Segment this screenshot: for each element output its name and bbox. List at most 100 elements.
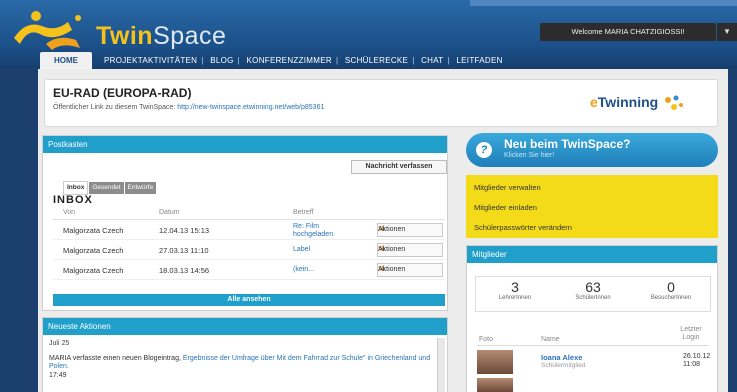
member-photo[interactable] xyxy=(477,378,513,392)
table-row[interactable]: Malgorzata Czech 18.03.13 14:56 (kein...… xyxy=(53,260,445,280)
public-link: Öffentlicher Link zu diesem TwinSpace: h… xyxy=(53,104,324,111)
stat-value: 0 xyxy=(667,279,675,295)
new-to-twinspace-title: Neu beim TwinSpace? xyxy=(504,137,631,151)
new-to-twinspace-button[interactable]: ? Neu beim TwinSpace? Klicken Sie hier! xyxy=(466,133,718,167)
top-strip xyxy=(470,0,737,6)
nav-separator: | xyxy=(412,56,415,65)
etwinning-stars-icon xyxy=(665,95,684,111)
nav-tab-projektaktivitaeten[interactable]: PROJEKTAKTIVITÄTEN xyxy=(104,56,197,65)
link-invite-members[interactable]: Mitglieder einladen xyxy=(474,203,537,212)
mail-actions-button[interactable]: ◂ ⚒ Aktionen xyxy=(377,243,443,257)
member-stats: 3 LehrerInnen 63 SchülerInnen 0 Besucher… xyxy=(475,276,711,312)
mail-actions-label: Aktionen xyxy=(378,266,406,273)
mail-date: 18.03.13 14:56 xyxy=(159,266,210,275)
stat-value: 63 xyxy=(585,279,601,295)
stat-label: SchülerInnen xyxy=(575,295,611,301)
activity-text: MARIA verfasste einen neuen Blogeintrag, xyxy=(49,354,181,362)
member-row[interactable] xyxy=(477,378,709,392)
nav-separator: | xyxy=(237,56,241,65)
project-title: EU-RAD (EUROPA-RAD) xyxy=(53,86,192,100)
tab-inbox[interactable]: Inbox xyxy=(63,181,89,195)
mail-actions-button[interactable]: ◂ ⚒ Aktionen xyxy=(377,223,443,237)
stat-students: 63 SchülerInnen xyxy=(554,277,632,313)
nav-separator: | xyxy=(447,56,450,65)
member-role: Schülermitglied xyxy=(541,362,586,369)
stat-value: 3 xyxy=(511,279,519,295)
tab-drafts[interactable]: Entwürfe xyxy=(124,182,157,194)
brand-name[interactable]: TwinSpace xyxy=(96,22,226,51)
table-row[interactable]: Malgorzata Czech 27.03.13 11:10 Label ◂ ⚒… xyxy=(53,240,445,260)
public-link-url[interactable]: http://new-twinspace.etwinning.net/web/p… xyxy=(177,104,324,111)
column-last-login: Letzter Login xyxy=(680,326,702,341)
etwinning-text: Twinning xyxy=(597,94,659,110)
question-icon: ? xyxy=(476,142,492,158)
login-date: 26.10.12 xyxy=(683,353,711,360)
nav-tab-chat[interactable]: CHAT xyxy=(421,56,443,65)
mailbox-tabs: Inbox Gesendet Entwürfe xyxy=(63,176,157,195)
nav-tab-blog[interactable]: BLOG xyxy=(210,56,233,65)
member-tools-box: Mitglieder verwalten Mitglieder einladen… xyxy=(466,175,718,238)
member-photo[interactable] xyxy=(477,350,513,374)
welcome-user[interactable]: Welcome MARIA CHATZIGIOSSI! xyxy=(540,23,716,41)
inbox-table: Von Datum Betreff Malgorzata Czech 12.04… xyxy=(53,208,445,280)
latest-actions-header: Neueste Aktionen xyxy=(43,318,447,335)
view-all-button[interactable]: Alle ansehen xyxy=(53,294,445,306)
link-manage-members[interactable]: Mitglieder verwalten xyxy=(474,183,541,192)
stat-label: LehrerInnen xyxy=(498,295,532,301)
stat-visitors: 0 BesucherInnen xyxy=(632,277,710,313)
project-banner: EU-RAD (EUROPA-RAD) Öffentlicher Link zu… xyxy=(44,79,718,127)
table-row[interactable]: Malgorzata Czech 12.04.13 15:13 Re: Film… xyxy=(53,220,445,240)
mail-actions-label: Aktionen xyxy=(378,226,406,233)
mail-date: 12.04.13 15:13 xyxy=(159,226,210,235)
nav-tab-home[interactable]: HOME xyxy=(40,52,92,69)
nav-tab-schuelerecke[interactable]: SCHÜLERECKE xyxy=(345,56,408,65)
mail-from: Malgorzata Czech xyxy=(63,246,124,255)
public-link-label: Öffentlicher Link zu diesem TwinSpace: xyxy=(53,104,176,111)
latest-actions-panel: Neueste Aktionen Juli 25 MARIA verfasste… xyxy=(42,317,448,392)
brand-twin: Twin xyxy=(96,22,154,50)
activity-feed: Juli 25 MARIA verfasste einen neuen Blog… xyxy=(49,340,443,380)
login-time: 11:08 xyxy=(683,361,700,368)
main-navigation: HOME PROJEKTAKTIVITÄTEN | BLOG | KONFERENZ… xyxy=(0,52,737,69)
stat-label: BesucherInnen xyxy=(650,295,692,301)
inbox-table-header: Von Datum Betreff xyxy=(53,208,445,220)
members-table-header: Foto Name Letzter Login xyxy=(477,326,709,346)
top-header: TwinSpace Welcome MARIA CHATZIGIOSSI! ▼ … xyxy=(0,0,737,69)
nav-separator: | xyxy=(335,56,339,65)
mail-subject-link[interactable]: (kein... xyxy=(293,266,353,274)
column-subject: Betreff xyxy=(293,209,314,216)
postkasten-header: Postkasten xyxy=(43,136,447,153)
mail-date: 27.03.13 11:10 xyxy=(159,246,209,255)
mail-subject-link[interactable]: Label xyxy=(293,246,353,254)
nav-items: PROJEKTAKTIVITÄTEN | BLOG | KONFERENZZIMME… xyxy=(104,52,503,69)
nav-separator: | xyxy=(201,56,204,65)
member-name[interactable]: Ioana Alexe xyxy=(541,353,582,362)
etwinning-e: e xyxy=(590,94,598,110)
user-menu-chevron-down-icon[interactable]: ▼ xyxy=(717,23,737,41)
nav-tab-leitfaden[interactable]: LEITFADEN xyxy=(456,56,502,65)
activity-item: MARIA verfasste einen neuen Blogeintrag,… xyxy=(49,355,443,372)
member-last-login: 26.10.12 11:08 xyxy=(683,353,710,369)
mail-from: Malgorzata Czech xyxy=(63,266,124,275)
column-date: Datum xyxy=(159,209,180,216)
activity-date: Juli 25 xyxy=(49,340,70,347)
nav-tab-konferenzzimmer[interactable]: KONFERENZZIMMER xyxy=(247,56,332,65)
mail-actions-label: Aktionen xyxy=(378,246,406,253)
link-change-student-passwords[interactable]: Schülerpasswörter verändern xyxy=(474,223,572,232)
mail-subject-link[interactable]: Re: Film hochgeladen xyxy=(293,223,353,239)
tab-sent[interactable]: Gesendet xyxy=(89,182,124,194)
new-to-twinspace-subtitle: Klicken Sie hier! xyxy=(504,152,555,159)
etwinning-logo[interactable]: eTwinning xyxy=(590,94,684,112)
member-row[interactable]: Ioana Alexe Schülermitglied 26.10.12 11:… xyxy=(477,350,710,376)
column-name: Name xyxy=(541,336,560,343)
inbox-title: INBOX xyxy=(53,194,93,206)
mail-actions-button[interactable]: ◂ ⚒ Aktionen xyxy=(377,263,443,277)
mail-from: Malgorzata Czech xyxy=(63,226,124,235)
compose-message-button[interactable]: Nachricht verfassen xyxy=(351,160,447,174)
activity-scrollbar[interactable] xyxy=(437,338,445,392)
twinspace-logo-icon[interactable] xyxy=(6,8,96,52)
postkasten-panel: Postkasten Nachricht verfassen Inbox Gese… xyxy=(42,135,448,311)
stat-teachers: 3 LehrerInnen xyxy=(476,277,554,313)
activity-time: 17:49 xyxy=(49,371,67,379)
members-panel: Mitglieder 3 LehrerInnen 63 SchülerInnen… xyxy=(466,245,718,392)
